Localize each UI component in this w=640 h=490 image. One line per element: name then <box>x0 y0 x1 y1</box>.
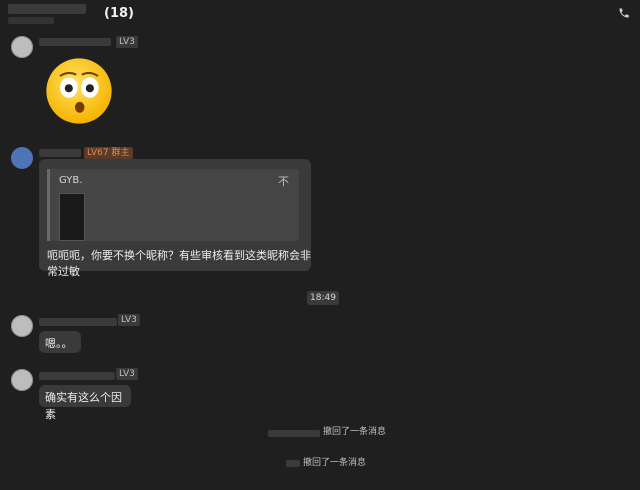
level-tag: LV3 <box>118 314 140 326</box>
sender-name-blurred <box>39 38 111 46</box>
level-tag: LV3 <box>116 36 138 48</box>
message-bubble[interactable]: 确实有这么个因素 <box>39 385 131 421</box>
sender-name-blurred <box>39 372 115 380</box>
avatar[interactable] <box>11 315 33 337</box>
group-name-blurred <box>8 4 86 14</box>
message-text: 确实有这么个因素 <box>45 391 122 421</box>
group-subtitle-blurred <box>8 17 54 24</box>
avatar[interactable] <box>11 36 33 58</box>
system-text: 撤回了一条消息 <box>303 458 367 468</box>
sender-name-blurred <box>39 149 81 157</box>
reply-bubble[interactable]: GYB. 不 呃呃呃，你要不换个昵称？有些审核看到这类昵称会非常过敏 <box>39 159 311 278</box>
system-actor-blurred <box>286 460 300 467</box>
avatar[interactable] <box>11 147 33 169</box>
sender-name-blurred <box>39 318 117 326</box>
level-tag: LV3 <box>116 368 138 380</box>
message-bubble[interactable]: 嗯。。 <box>39 331 81 353</box>
chat-header: (18) <box>0 0 640 30</box>
owner-level-tag: LV67 群主 <box>84 147 133 159</box>
chat-title: (18) <box>8 4 208 28</box>
system-actor-blurred <box>268 430 320 437</box>
quote-bar <box>47 169 50 241</box>
time-separator: 18:49 <box>307 291 339 305</box>
message-text: 呃呃呃，你要不换个昵称？有些审核看到这类昵称会非常过敏 <box>47 249 311 278</box>
quoted-image-thumbnail[interactable] <box>59 193 85 241</box>
avatar[interactable] <box>11 369 33 391</box>
system-text: 撤回了一条消息 <box>323 427 387 437</box>
message-text: 嗯。。 <box>45 337 73 350</box>
member-count: (18) <box>104 6 134 21</box>
quote-action-icon[interactable]: 不 <box>278 173 289 189</box>
quoted-message[interactable]: GYB. 不 <box>47 169 299 241</box>
shocked-face-emoji <box>46 58 112 124</box>
quoted-sender: GYB. <box>59 175 83 186</box>
phone-icon[interactable] <box>618 7 630 19</box>
